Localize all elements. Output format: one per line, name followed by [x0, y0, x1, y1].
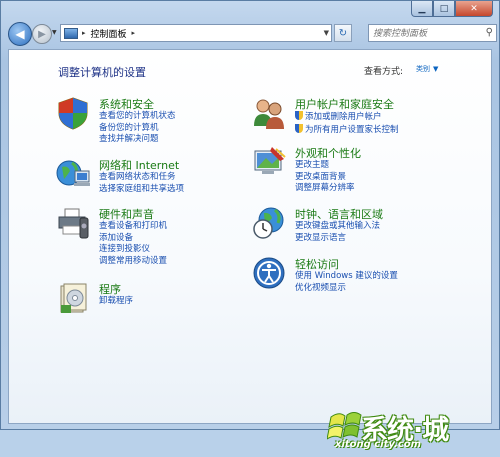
link-uninstall-program[interactable]: 卸载程序 — [99, 296, 133, 308]
globe-clock-icon — [253, 207, 284, 239]
link-optimize-display[interactable]: 优化视频显示 — [295, 283, 398, 295]
link-connect-projector[interactable]: 连接到投影仪 — [99, 244, 167, 256]
address-dropdown-icon[interactable]: ▼ — [324, 29, 329, 37]
control-panel-window: ▁ □ ✕ ◀ ▶ ▼ ▸ 控制面板 ▸ ▼ ↻ ⚲ 调整计算机的设置 查看方式… — [0, 0, 500, 450]
link-add-device[interactable]: 添加设备 — [99, 233, 167, 245]
refresh-icon: ↻ — [338, 27, 348, 39]
minimize-button[interactable]: ▁ — [411, 1, 433, 17]
link-homegroup-sharing[interactable]: 选择家庭组和共享选项 — [99, 184, 184, 196]
category-title[interactable]: 轻松访问 — [295, 256, 339, 272]
forward-button[interactable]: ▶ — [32, 24, 52, 44]
uac-shield-icon — [295, 123, 303, 133]
link-text[interactable]: 为所有用户设置家长控制 — [305, 125, 399, 135]
link-change-theme[interactable]: 更改主题 — [295, 160, 355, 172]
watermark-logo: 系统·城 xitong city.com — [327, 407, 467, 457]
link-troubleshoot[interactable]: 查找并解决问题 — [99, 134, 176, 146]
uac-shield-icon — [295, 111, 303, 120]
ease-of-access-icon — [253, 257, 285, 289]
printer-icon — [58, 208, 89, 239]
link-backup-computer[interactable]: 备份您的计算机 — [99, 123, 176, 135]
search-input[interactable] — [371, 26, 483, 42]
programs-icon — [60, 283, 87, 313]
navigation-bar: ◀ ▶ ▼ ▸ 控制面板 ▸ ▼ ↻ ⚲ — [5, 21, 497, 46]
category-title[interactable]: 系统和安全 — [99, 96, 154, 112]
minimize-icon: ▁ — [418, 3, 426, 14]
link-keyboard-input[interactable]: 更改键盘或其他输入法 — [295, 221, 380, 233]
close-button[interactable]: ✕ — [455, 1, 493, 17]
view-by-dropdown[interactable]: 类别 ▼ — [413, 64, 438, 74]
link-mobility-settings[interactable]: 调整常用移动设置 — [99, 256, 167, 268]
category-title[interactable]: 网络和 Internet — [99, 157, 179, 173]
watermark-domain: xitong city.com — [335, 439, 422, 450]
category-title[interactable]: 硬件和声音 — [99, 206, 154, 222]
close-icon: ✕ — [470, 3, 478, 14]
link-desktop-background[interactable]: 更改桌面背景 — [295, 172, 355, 184]
back-arrow-icon: ◀ — [15, 27, 25, 41]
recent-pages-dropdown[interactable]: ▼ — [52, 29, 57, 36]
link-view-computer-status[interactable]: 查看您的计算机状态 — [99, 111, 176, 123]
shield-icon — [58, 97, 88, 130]
view-by-value[interactable]: 类别 — [416, 65, 430, 73]
maximize-button[interactable]: □ — [433, 1, 455, 17]
category-title[interactable]: 用户帐户和家庭安全 — [295, 96, 394, 112]
link-text[interactable]: 添加或删除用户帐户 — [305, 112, 382, 122]
link-network-status[interactable]: 查看网络状态和任务 — [99, 172, 184, 184]
link-parental-controls[interactable]: 为所有用户设置家长控制 — [295, 123, 399, 137]
category-title[interactable]: 外观和个性化 — [295, 145, 361, 161]
window-controls: ▁ □ ✕ — [411, 1, 493, 17]
breadcrumb-control-panel[interactable]: 控制面板 — [91, 27, 127, 40]
breadcrumb-separator-2[interactable]: ▸ — [132, 29, 136, 37]
category-title[interactable]: 程序 — [99, 281, 121, 297]
search-icon[interactable]: ⚲ — [486, 27, 493, 38]
link-add-remove-accounts[interactable]: 添加或删除用户帐户 — [295, 111, 399, 124]
address-bar[interactable]: ▸ 控制面板 ▸ ▼ — [60, 24, 332, 42]
link-display-language[interactable]: 更改显示语言 — [295, 233, 380, 245]
search-box[interactable]: ⚲ — [368, 24, 497, 42]
main-content: 调整计算机的设置 查看方式: 类别 ▼ 系统和安全 查看您的计算机状态 备份您的计… — [8, 49, 492, 450]
refresh-button[interactable]: ↻ — [334, 24, 352, 42]
breadcrumb-separator[interactable]: ▸ — [82, 29, 86, 37]
link-windows-recommended-settings[interactable]: 使用 Windows 建议的设置 — [295, 271, 398, 283]
control-panel-icon — [64, 27, 78, 39]
network-globe-icon — [56, 160, 90, 186]
back-button[interactable]: ◀ — [8, 22, 32, 46]
link-screen-resolution[interactable]: 调整屏幕分辨率 — [295, 183, 355, 195]
forward-arrow-icon: ▶ — [38, 28, 46, 40]
category-title[interactable]: 时钟、语言和区域 — [295, 206, 383, 222]
users-icon — [254, 99, 284, 129]
link-devices-printers[interactable]: 查看设备和打印机 — [99, 221, 167, 233]
view-by-label: 查看方式: — [364, 67, 404, 77]
page-title: 调整计算机的设置 — [58, 66, 146, 79]
chevron-down-icon: ▼ — [433, 65, 439, 73]
appearance-icon — [254, 147, 286, 174]
maximize-icon: □ — [439, 3, 449, 14]
